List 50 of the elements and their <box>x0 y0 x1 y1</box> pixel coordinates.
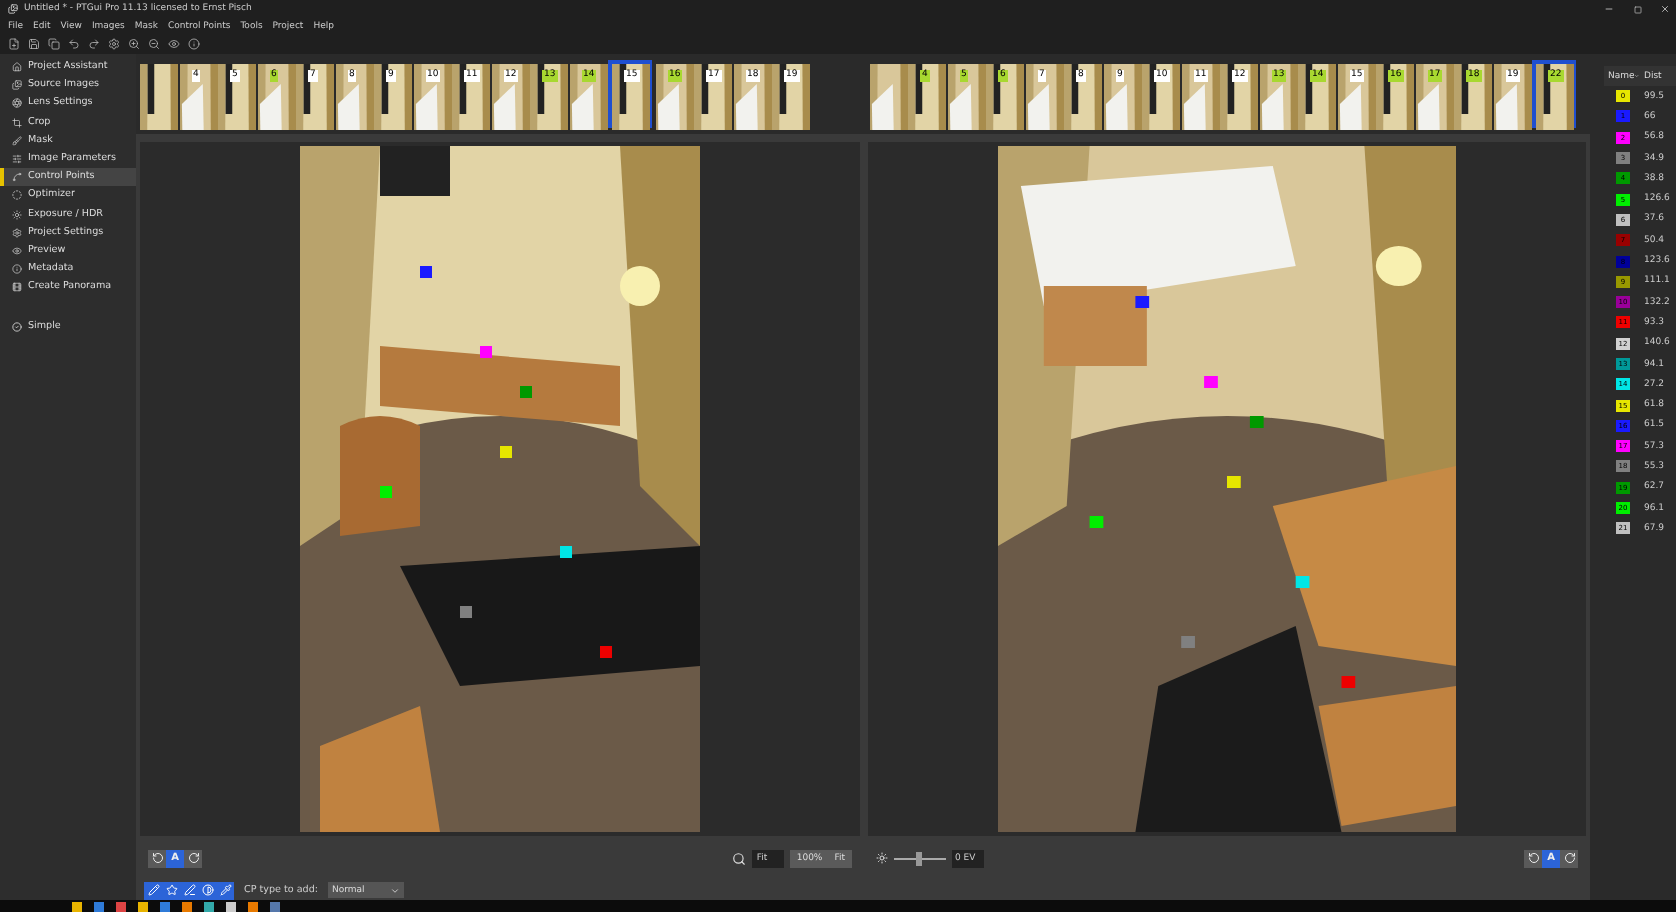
sun-icon <box>12 209 22 220</box>
brush-icon <box>12 135 22 146</box>
spline-icon <box>12 172 22 183</box>
eye-icon <box>12 245 22 256</box>
taskbar-icon[interactable] <box>248 901 258 911</box>
eye-icon[interactable] <box>168 38 180 50</box>
zoom-in-icon[interactable] <box>128 38 140 50</box>
contrast-tool-button[interactable] <box>198 881 216 899</box>
info-icon <box>12 264 22 275</box>
rotate-left-button[interactable] <box>148 849 166 867</box>
taskbar-icon[interactable] <box>226 901 236 911</box>
new-icon[interactable] <box>8 38 20 50</box>
info-icon[interactable] <box>188 38 200 50</box>
copy-icon[interactable] <box>48 38 60 50</box>
aperture-icon <box>12 98 22 109</box>
save-icon[interactable] <box>28 38 40 50</box>
circle-icon <box>12 190 22 201</box>
images-icon <box>12 80 22 91</box>
zoom-out-icon[interactable] <box>148 38 160 50</box>
taskbar-icon[interactable] <box>182 901 192 911</box>
taskbar-icon[interactable] <box>204 901 214 911</box>
star-tool-button[interactable] <box>162 881 180 899</box>
rotate-left-button[interactable] <box>1524 849 1542 867</box>
settings-icon <box>12 227 22 238</box>
picker-tool-button[interactable] <box>216 881 234 899</box>
dropdown-caret-icon <box>390 885 400 895</box>
check-circle-icon <box>12 321 22 332</box>
brightness-icon <box>875 852 887 864</box>
crop-icon <box>12 117 22 128</box>
settings-icon[interactable] <box>108 38 120 50</box>
image-thumbnail[interactable] <box>140 64 175 124</box>
rotate-right-icon <box>1563 852 1575 864</box>
pencil-tool-button[interactable] <box>144 881 162 899</box>
rotate-right-button[interactable] <box>184 849 202 867</box>
taskbar-icon[interactable] <box>72 901 82 911</box>
rotate-left-icon <box>1527 852 1539 864</box>
rotate-left-icon <box>151 852 163 864</box>
slider-thumb[interactable] <box>916 851 922 865</box>
search-icon[interactable] <box>732 851 747 865</box>
film-icon <box>12 282 22 293</box>
rotate-right-button[interactable] <box>1560 849 1578 867</box>
image-thumbnail[interactable] <box>869 64 904 124</box>
pen-tool-button[interactable] <box>180 881 198 899</box>
undo-icon[interactable] <box>68 38 80 50</box>
rotate-right-icon <box>187 852 199 864</box>
sliders-icon <box>12 154 22 165</box>
redo-icon[interactable] <box>88 38 100 50</box>
home-icon <box>12 62 22 73</box>
app-icon <box>8 4 18 14</box>
taskbar-icon[interactable] <box>138 901 148 911</box>
